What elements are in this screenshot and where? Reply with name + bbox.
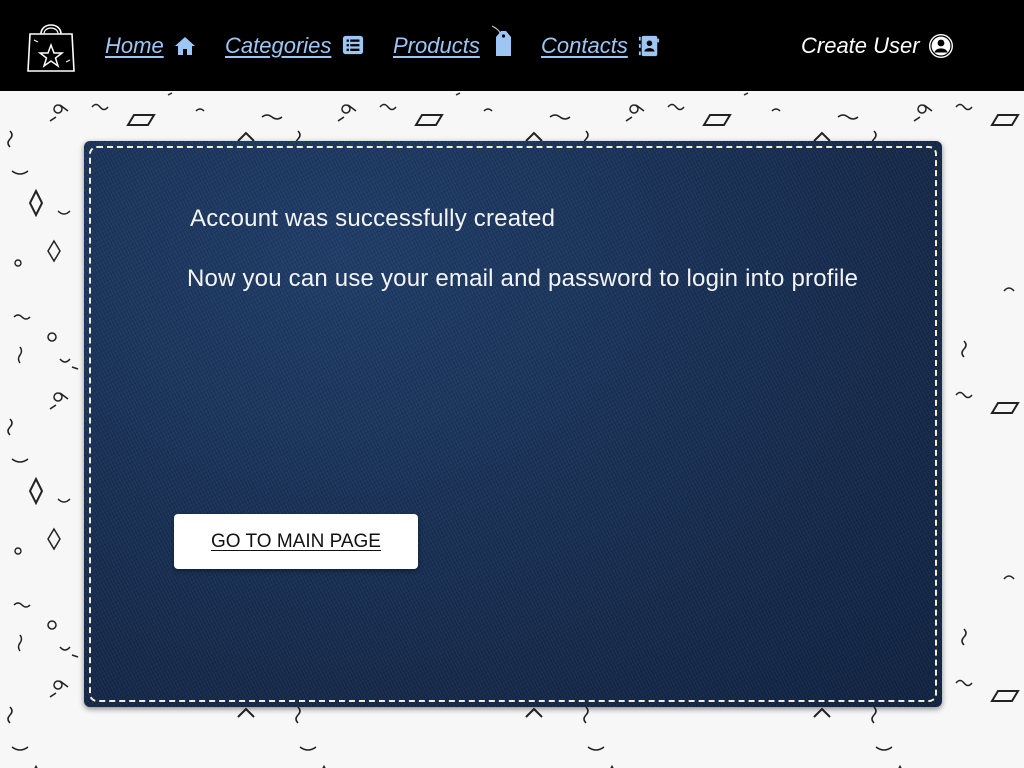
create-user-link[interactable]: Create User [801,30,954,62]
nav-categories-label[interactable]: Categories [225,33,331,59]
home-icon[interactable] [173,34,197,58]
go-to-main-page-button[interactable]: GO TO MAIN PAGE [174,514,418,569]
list-icon[interactable] [342,34,366,58]
top-navbar: Home Categories Products Contacts Create… [0,0,1024,91]
nav-home-label[interactable]: Home [105,33,164,59]
nav-home-link[interactable]: Home [105,30,197,62]
success-message: Now you can use your email and password … [187,265,859,292]
price-tag-icon[interactable] [490,25,514,59]
go-to-main-page-label[interactable]: GO TO MAIN PAGE [211,531,381,553]
nav-categories-link[interactable]: Categories [225,30,366,62]
success-title: Account was successfully created [190,205,556,232]
address-book-icon[interactable] [638,34,662,58]
success-card: Account was successfully created Now you… [84,141,942,707]
nav-products-label[interactable]: Products [393,33,480,59]
create-user-label[interactable]: Create User [801,33,920,59]
nav-contacts-link[interactable]: Contacts [541,30,662,62]
nav-contacts-label[interactable]: Contacts [541,33,628,59]
nav-products-link[interactable]: Products [393,25,514,62]
shopping-bag-star-icon[interactable] [26,18,76,74]
user-circle-icon[interactable] [928,33,954,59]
